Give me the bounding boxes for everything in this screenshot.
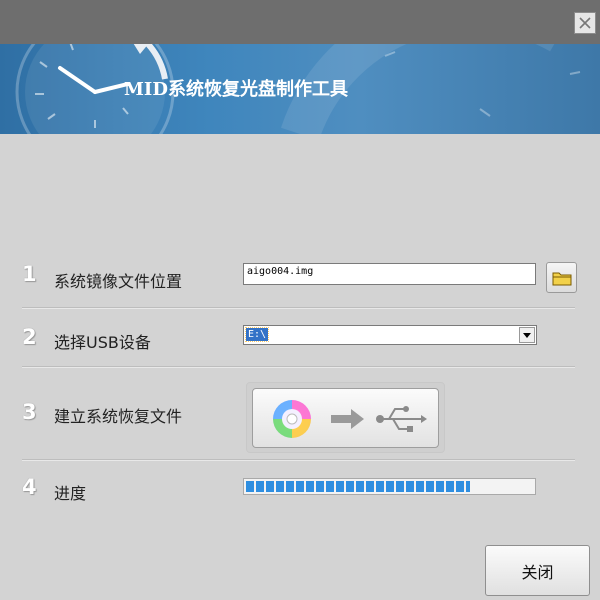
step-2-number: 2	[22, 325, 37, 349]
progress-bar	[243, 478, 536, 495]
step-1-label: 系统镜像文件位置	[54, 272, 183, 291]
create-recovery-button-frame	[246, 382, 445, 453]
header-banner: MID系统恢复光盘制作工具	[0, 44, 600, 134]
usb-device-selected-value: E:\	[244, 327, 270, 342]
step-2-label: 选择USB设备	[54, 333, 151, 352]
browse-button[interactable]	[546, 262, 577, 293]
step-3-number: 3	[22, 400, 37, 424]
title-bar	[0, 0, 600, 44]
close-button[interactable]: 关闭	[485, 545, 590, 596]
chevron-down-icon	[523, 332, 531, 338]
arrow-right-icon	[331, 409, 364, 429]
usb-device-select[interactable]: E:\	[243, 325, 537, 345]
create-recovery-button[interactable]	[252, 388, 439, 448]
separator-1	[22, 307, 575, 309]
progress-fill	[246, 481, 470, 492]
window-title: MID系统恢复光盘制作工具	[124, 79, 348, 100]
disc-icon	[273, 400, 311, 438]
close-icon	[579, 17, 591, 29]
step-4-label: 进度	[54, 484, 87, 503]
folder-icon	[552, 272, 571, 285]
separator-2	[22, 366, 575, 368]
image-path-input[interactable]: aigo004.img	[243, 263, 536, 285]
step-1-number: 1	[22, 262, 37, 286]
dropdown-button[interactable]	[519, 327, 535, 343]
step-3-label: 建立系统恢复文件	[54, 407, 183, 426]
separator-3	[22, 459, 575, 461]
usb-icon	[376, 406, 427, 432]
step-4-number: 4	[22, 475, 37, 499]
window-close-button[interactable]	[574, 12, 596, 34]
